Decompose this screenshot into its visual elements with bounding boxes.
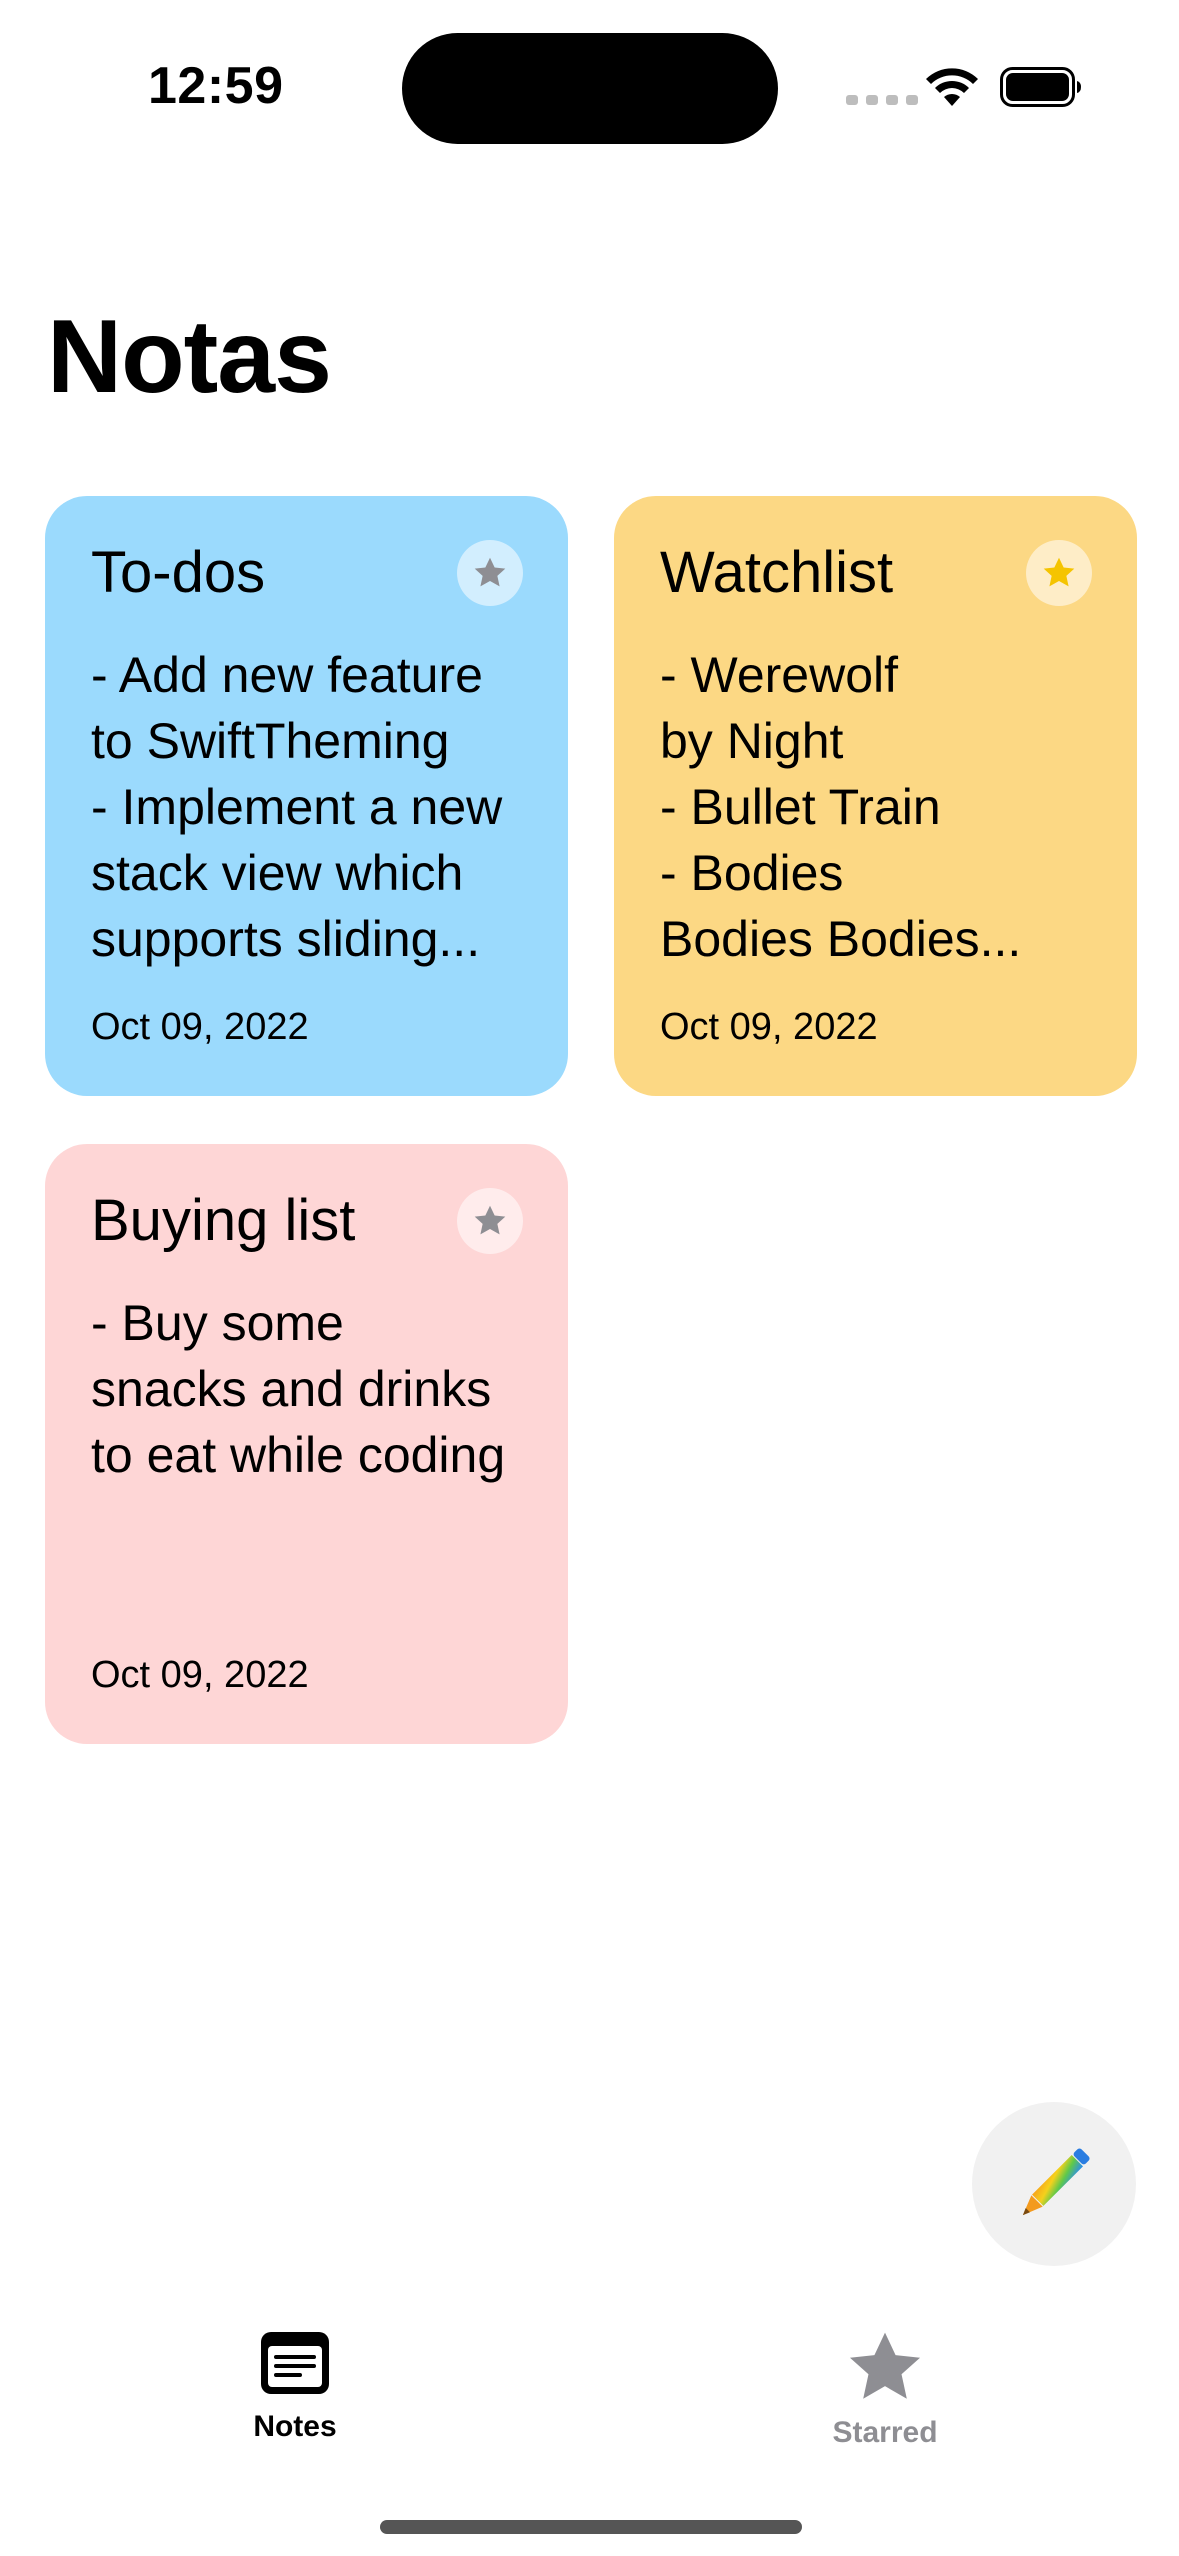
page-title: Notas [47,299,332,415]
note-title: Buying list [91,1188,356,1253]
star-icon [849,2332,921,2399]
note-card[interactable]: Buying list - Buy some snacks and drinks… [45,1144,568,1744]
note-card[interactable]: Watchlist - Werewolf by Night - Bullet T… [614,496,1137,1096]
tab-notes-label: Notes [253,2410,337,2443]
tab-starred[interactable]: Starred [765,2330,1005,2470]
dynamic-island [402,33,778,144]
note-date: Oct 09, 2022 [91,1006,309,1048]
tab-notes[interactable]: Notes [175,2330,415,2470]
pencil-icon [1022,2148,1090,2216]
star-toggle-button[interactable] [457,540,523,606]
note-body: - Buy some snacks and drinks to eat whil… [91,1295,506,1483]
star-icon [474,1205,506,1235]
note-body: - Add new feature to SwiftTheming - Impl… [91,647,503,967]
battery-icon [1000,67,1081,107]
note-body: - Werewolf by Night - Bullet Train - Bod… [660,647,1022,967]
note-card[interactable]: To-dos - Add new feature to SwiftTheming… [45,496,568,1096]
note-icon [261,2332,329,2394]
star-icon [1043,557,1075,587]
note-title: Watchlist [660,540,894,605]
note-date: Oct 09, 2022 [660,1006,878,1048]
new-note-button[interactable] [972,2102,1136,2266]
tab-starred-label: Starred [832,2416,938,2449]
status-time: 12:59 [148,57,284,115]
note-title: To-dos [91,540,266,605]
note-date: Oct 09, 2022 [91,1654,309,1696]
wifi-icon [926,68,978,106]
status-bar: 12:59 [0,0,1179,180]
star-toggle-button[interactable] [1026,540,1092,606]
star-icon [474,557,506,587]
home-indicator[interactable] [380,2520,802,2534]
cellular-signal-icon [846,95,918,105]
star-toggle-button[interactable] [457,1188,523,1254]
